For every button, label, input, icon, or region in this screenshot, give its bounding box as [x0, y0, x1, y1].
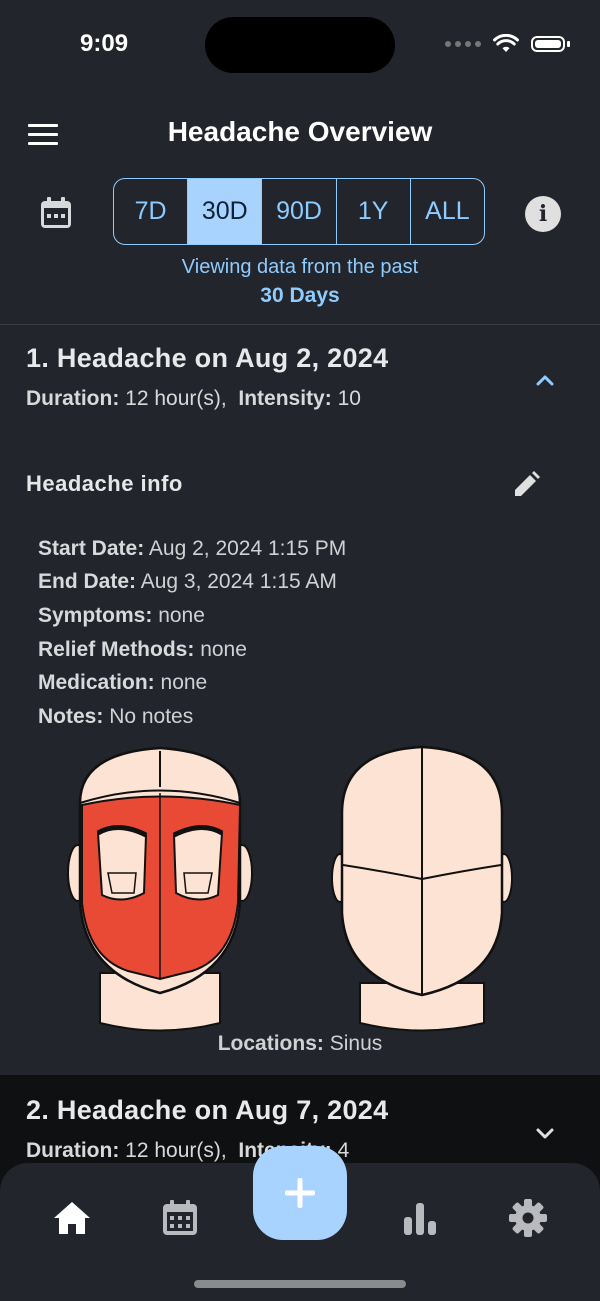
wifi-icon: [493, 34, 519, 52]
calendar-icon[interactable]: [38, 195, 74, 231]
back-head: [331, 745, 513, 1032]
add-headache-button[interactable]: [253, 1146, 347, 1240]
symptoms-row: Symptoms: none: [38, 604, 205, 627]
battery-icon: [531, 36, 565, 52]
front-head: [67, 746, 253, 1032]
edit-icon[interactable]: [510, 469, 542, 501]
head-location-diagram: [67, 745, 513, 1032]
bar-chart-icon[interactable]: [400, 1199, 440, 1239]
relief-methods-row: Relief Methods: none: [38, 638, 247, 661]
dynamic-island: [205, 17, 395, 73]
status-bar: 9:09: [0, 0, 600, 90]
overview-header: Headache Overview 7D 30D 90D 1Y ALL i Vi…: [0, 90, 600, 325]
range-90d-button[interactable]: 90D: [262, 179, 337, 244]
range-30d-button[interactable]: 30D: [188, 179, 263, 244]
home-indicator: [194, 1280, 406, 1288]
viewing-period: 30 Days: [260, 284, 340, 307]
status-time: 9:09: [80, 30, 129, 57]
entry-title[interactable]: 2. Headache on Aug 7, 2024: [26, 1095, 388, 1126]
home-icon[interactable]: [52, 1198, 92, 1238]
calendar-icon[interactable]: [160, 1198, 200, 1238]
cellular-signal-icon: [445, 41, 481, 47]
notes-row: Notes: No notes: [38, 705, 194, 728]
entry-title[interactable]: 1. Headache on Aug 2, 2024: [26, 343, 388, 374]
range-1y-button[interactable]: 1Y: [337, 179, 411, 244]
chevron-down-icon[interactable]: [533, 1121, 557, 1145]
entry-summary: Duration: 12 hour(s), Intensity: 10: [26, 387, 361, 410]
medication-row: Medication: none: [38, 671, 208, 694]
locations-row: Locations: Sinus: [217, 1032, 383, 1055]
page-title: Headache Overview: [167, 116, 433, 147]
start-date-row: Start Date: Aug 2, 2024 1:15 PM: [38, 537, 347, 560]
add-icon: [285, 1178, 315, 1208]
gear-icon[interactable]: [508, 1198, 548, 1238]
range-all-button[interactable]: ALL: [411, 179, 484, 244]
status-icons: [445, 34, 570, 54]
headache-entry-card: 1. Headache on Aug 2, 2024 Duration: 12 …: [0, 325, 600, 1075]
info-icon[interactable]: i: [525, 196, 561, 232]
chevron-up-icon[interactable]: [533, 368, 557, 392]
range-selector[interactable]: 7D 30D 90D 1Y ALL: [113, 178, 485, 245]
viewing-caption: Viewing data from the past: [181, 256, 419, 278]
headache-info-heading: Headache info: [26, 471, 183, 496]
range-7d-button[interactable]: 7D: [114, 179, 189, 244]
end-date-row: End Date: Aug 3, 2024 1:15 AM: [38, 570, 337, 593]
